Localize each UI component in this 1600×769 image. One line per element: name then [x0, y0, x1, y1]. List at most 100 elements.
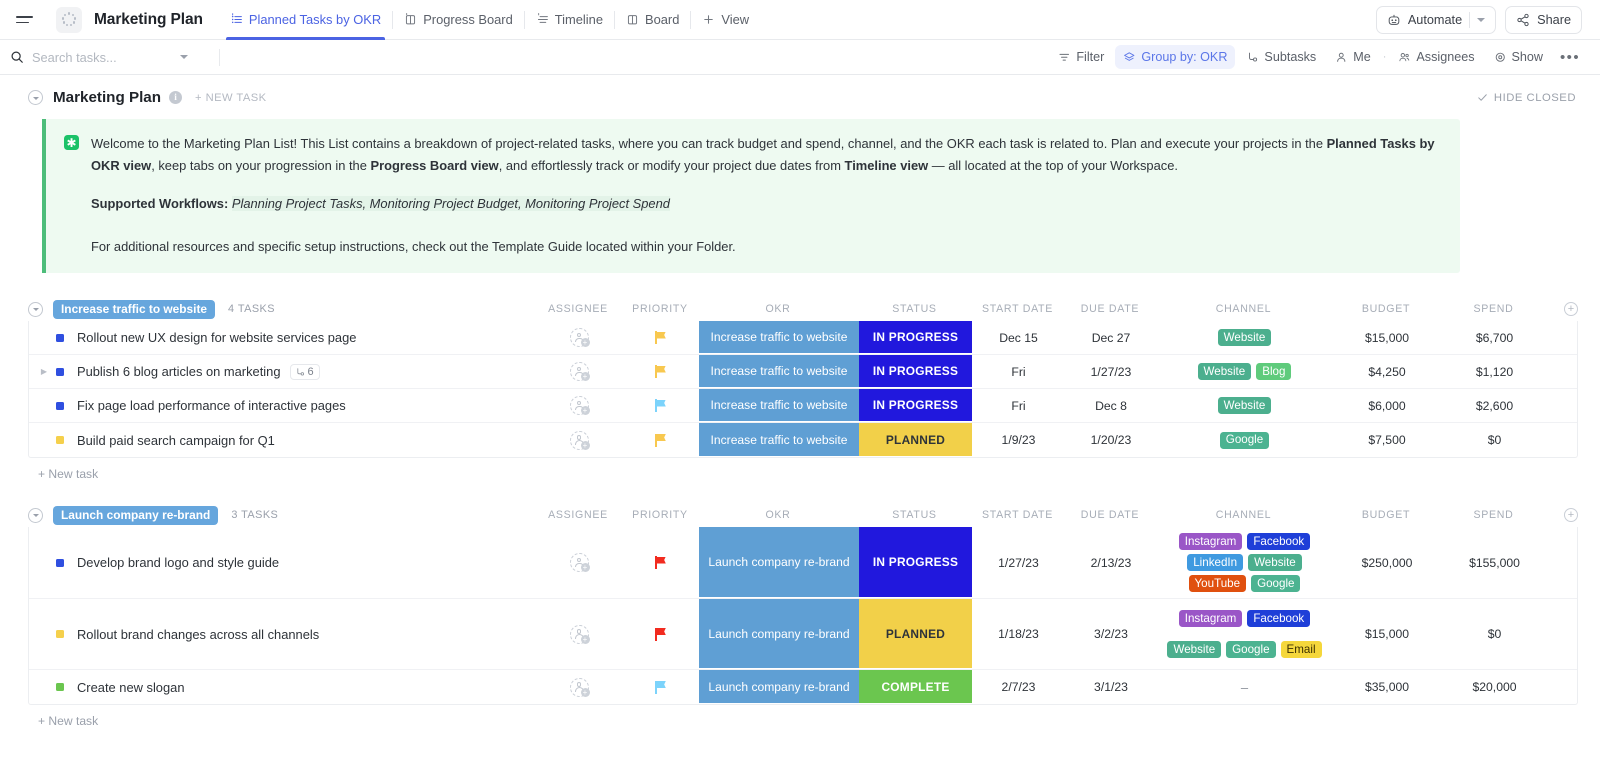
- tab-timeline[interactable]: Timeline: [525, 0, 614, 40]
- budget-cell[interactable]: $35,000: [1332, 670, 1442, 704]
- column-header-channel[interactable]: CHANNEL: [1156, 509, 1331, 521]
- filter-tool-assignees[interactable]: Assignees: [1390, 45, 1482, 69]
- assignee-avatar-empty[interactable]: +: [570, 362, 589, 381]
- budget-cell[interactable]: $15,000: [1332, 599, 1442, 669]
- okr-cell[interactable]: Launch company re-brand: [699, 527, 859, 598]
- expand-subtasks-toggle[interactable]: ▶: [37, 367, 51, 376]
- filter-tool-show[interactable]: Show: [1486, 45, 1552, 69]
- channel-tag[interactable]: Facebook: [1247, 610, 1310, 627]
- channel-tag[interactable]: YouTube: [1189, 575, 1247, 592]
- collapse-list-toggle[interactable]: [28, 90, 43, 105]
- column-header-status[interactable]: STATUS: [858, 303, 971, 315]
- table-row[interactable]: Rollout brand changes across all channel…: [29, 599, 1577, 670]
- filter-tool-filter[interactable]: Filter: [1050, 45, 1112, 69]
- add-column-button[interactable]: +: [1564, 302, 1578, 316]
- channel-tag[interactable]: Google: [1220, 432, 1269, 449]
- task-status-square[interactable]: [56, 559, 64, 567]
- channel-cell[interactable]: Website: [1157, 389, 1332, 422]
- group-name-chip[interactable]: Increase traffic to website: [53, 300, 215, 319]
- assignee-avatar-empty[interactable]: +: [570, 678, 589, 697]
- table-row[interactable]: Develop brand logo and style guide+Launc…: [29, 527, 1577, 599]
- table-row[interactable]: ▶Publish 6 blog articles on marketing6 + I…: [29, 355, 1577, 389]
- task-name-cell[interactable]: Create new slogan: [29, 670, 535, 704]
- task-name-cell[interactable]: ▶Publish 6 blog articles on marketing6: [29, 355, 535, 388]
- budget-cell[interactable]: $6,000: [1332, 389, 1442, 422]
- hamburger-icon[interactable]: [16, 7, 42, 33]
- okr-cell[interactable]: Launch company re-brand: [699, 670, 859, 704]
- filter-tool-subtasks[interactable]: Subtasks: [1238, 45, 1324, 69]
- status-cell[interactable]: IN PROGRESS: [859, 355, 972, 388]
- tab-board[interactable]: Board: [615, 0, 690, 40]
- column-header-channel[interactable]: CHANNEL: [1156, 303, 1331, 315]
- new-task-row[interactable]: + New task: [0, 458, 1600, 481]
- channel-cell[interactable]: –: [1157, 670, 1332, 704]
- column-header-assignee[interactable]: ASSIGNEE: [534, 303, 622, 315]
- column-header-priority[interactable]: PRIORITY: [622, 303, 698, 315]
- priority-cell[interactable]: [623, 527, 699, 598]
- assignee-avatar-empty[interactable]: +: [570, 396, 589, 415]
- channel-cell[interactable]: InstagramFacebookWebsiteGoogleEmail: [1157, 599, 1332, 669]
- status-cell[interactable]: IN PROGRESS: [859, 389, 972, 422]
- channel-cell[interactable]: WebsiteBlog: [1157, 355, 1332, 388]
- priority-cell[interactable]: [623, 670, 699, 704]
- budget-cell[interactable]: $7,500: [1332, 423, 1442, 457]
- assignee-cell[interactable]: +: [535, 389, 623, 422]
- channel-tag[interactable]: Blog: [1256, 363, 1291, 380]
- group-collapse-toggle[interactable]: [28, 302, 43, 317]
- chevron-down-icon[interactable]: [180, 55, 188, 59]
- tab-view[interactable]: View: [691, 0, 760, 40]
- priority-flag-urgent[interactable]: [655, 556, 667, 569]
- task-status-square[interactable]: [56, 402, 64, 410]
- column-header-start[interactable]: START DATE: [971, 509, 1064, 521]
- group-collapse-toggle[interactable]: [28, 508, 43, 523]
- spend-cell[interactable]: $0: [1442, 423, 1547, 457]
- channel-tag[interactable]: Google: [1226, 641, 1275, 658]
- due-date-cell[interactable]: 1/20/23: [1065, 423, 1157, 457]
- spend-cell[interactable]: $6,700: [1442, 321, 1547, 354]
- task-name-cell[interactable]: Develop brand logo and style guide: [29, 527, 535, 598]
- workspace-logo[interactable]: [56, 7, 82, 33]
- column-header-start[interactable]: START DATE: [971, 303, 1064, 315]
- status-cell[interactable]: IN PROGRESS: [859, 527, 972, 598]
- okr-cell[interactable]: Increase traffic to website: [699, 389, 859, 422]
- due-date-cell[interactable]: Dec 27: [1065, 321, 1157, 354]
- spend-cell[interactable]: $20,000: [1442, 670, 1547, 704]
- channel-tag[interactable]: Email: [1281, 641, 1322, 658]
- tab-progress-board[interactable]: Progress Board: [393, 0, 524, 40]
- tab-planned-tasks-by-okr[interactable]: Planned Tasks by OKR: [219, 0, 392, 40]
- assignee-avatar-empty[interactable]: +: [570, 625, 589, 644]
- okr-cell[interactable]: Launch company re-brand: [699, 599, 859, 669]
- chevron-down-icon[interactable]: [1477, 18, 1485, 22]
- due-date-cell[interactable]: 1/27/23: [1065, 355, 1157, 388]
- column-header-due[interactable]: DUE DATE: [1064, 509, 1156, 521]
- channel-tag[interactable]: Website: [1198, 363, 1252, 380]
- budget-cell[interactable]: $4,250: [1332, 355, 1442, 388]
- priority-flag-normal[interactable]: [655, 331, 667, 344]
- start-date-cell[interactable]: 2/7/23: [972, 670, 1065, 704]
- due-date-cell[interactable]: 3/2/23: [1065, 599, 1157, 669]
- priority-flag-low[interactable]: [655, 681, 667, 694]
- okr-cell[interactable]: Increase traffic to website: [699, 321, 859, 354]
- channel-tag[interactable]: Facebook: [1247, 533, 1310, 550]
- priority-cell[interactable]: [623, 389, 699, 422]
- budget-cell[interactable]: $15,000: [1332, 321, 1442, 354]
- column-header-okr[interactable]: OKR: [698, 509, 858, 521]
- add-column-button[interactable]: +: [1564, 508, 1578, 522]
- task-status-square[interactable]: [56, 334, 64, 342]
- group-name-chip[interactable]: Launch company re-brand: [53, 506, 218, 525]
- hide-closed-toggle[interactable]: HIDE CLOSED: [1477, 92, 1576, 104]
- priority-cell[interactable]: [623, 599, 699, 669]
- info-icon[interactable]: i: [169, 91, 182, 104]
- assignee-avatar-empty[interactable]: +: [570, 328, 589, 347]
- table-row[interactable]: Create new slogan + Launch company re-bran…: [29, 670, 1577, 704]
- priority-cell[interactable]: [623, 423, 699, 457]
- column-header-status[interactable]: STATUS: [858, 509, 971, 521]
- assignee-cell[interactable]: +: [535, 423, 623, 457]
- subtask-count-badge[interactable]: 6: [290, 364, 320, 380]
- channel-tag[interactable]: Instagram: [1179, 533, 1243, 550]
- table-row[interactable]: Rollout new UX design for website servic…: [29, 321, 1577, 355]
- assignee-cell[interactable]: +: [535, 321, 623, 354]
- column-header-okr[interactable]: OKR: [698, 303, 858, 315]
- priority-flag-low[interactable]: [655, 399, 667, 412]
- assignee-avatar-empty[interactable]: +: [570, 431, 589, 450]
